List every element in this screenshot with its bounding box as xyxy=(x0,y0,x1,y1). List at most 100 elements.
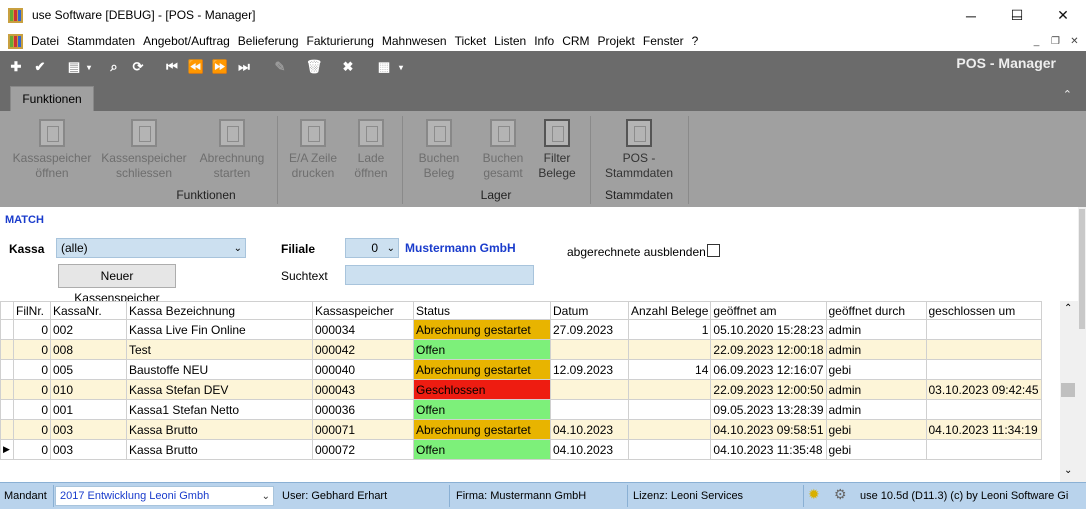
menu-item-belieferung[interactable]: Belieferung xyxy=(234,31,303,51)
menu-item-ticket[interactable]: Ticket xyxy=(451,31,491,51)
kassenspeicher-schliessen-button[interactable]: Kassenspeicher schliessen xyxy=(100,113,188,189)
ea-zeile-drucken-button[interactable]: E/A Zeile drucken xyxy=(282,113,344,189)
column-header[interactable]: Anzahl Belege xyxy=(627,301,712,320)
cell-belege[interactable]: 14 xyxy=(627,359,712,380)
cell-durch[interactable]: gebi xyxy=(825,419,927,440)
cell-bez[interactable]: Test xyxy=(126,339,313,360)
cell-status[interactable]: Abrechnung gestartet xyxy=(413,359,551,380)
mdi-close-icon[interactable]: ✕ xyxy=(1066,33,1083,49)
print-icon[interactable]: ▤ xyxy=(64,57,84,77)
previous-record-icon[interactable]: ⏪ xyxy=(186,57,206,77)
kassaspeicher-oeffnen-button[interactable]: Kassaspeicher öffnen xyxy=(10,113,94,189)
cell-datum[interactable] xyxy=(550,339,629,360)
cell-status[interactable]: Abrechnung gestartet xyxy=(413,419,551,440)
panel-scroll-thumb[interactable] xyxy=(1079,209,1085,329)
cell-geschlossen[interactable] xyxy=(925,399,1042,420)
cell-datum[interactable] xyxy=(550,379,629,400)
cell-speicher[interactable]: 000043 xyxy=(312,379,414,400)
cell-datum[interactable]: 04.10.2023 xyxy=(550,439,629,460)
column-header[interactable]: Status xyxy=(413,301,551,320)
menu-item-datei[interactable]: Datei xyxy=(27,31,63,51)
connection-icon[interactable]: ⚙ xyxy=(834,486,847,503)
scroll-down-icon[interactable]: ⌄ xyxy=(1064,465,1072,476)
cell-status[interactable]: Abrechnung gestartet xyxy=(413,319,551,340)
first-record-icon[interactable]: ⏮ xyxy=(162,57,182,77)
abrechnung-starten-button[interactable]: Abrechnung starten xyxy=(194,113,270,189)
mdi-minimize-icon[interactable]: _ xyxy=(1028,33,1045,49)
cell-kassanr[interactable]: 002 xyxy=(50,319,127,340)
collapse-ribbon-icon[interactable]: ⌃ xyxy=(1063,88,1072,101)
refresh-icon[interactable]: ⟳ xyxy=(128,57,148,77)
menu-item-angebot-auftrag[interactable]: Angebot/Auftrag xyxy=(139,31,234,51)
close-button[interactable]: ✕ xyxy=(1040,0,1086,31)
app-menu-icon[interactable] xyxy=(8,34,23,49)
menu-item-info[interactable]: Info xyxy=(530,31,558,51)
buchen-gesamt-button[interactable]: Buchen gesamt xyxy=(476,113,530,189)
neuer-kassenspeicher-button[interactable]: Neuer Kassenspeicher xyxy=(58,264,176,305)
cell-speicher[interactable]: 000036 xyxy=(312,399,414,420)
table-row[interactable]: 0 001 Kassa1 Stefan Netto 000036 Offen 09.05.… xyxy=(0,399,1042,420)
cell-belege[interactable] xyxy=(627,419,712,440)
cell-status[interactable]: Offen xyxy=(413,399,551,420)
cell-kassanr[interactable]: 001 xyxy=(50,399,127,420)
check-icon[interactable]: ✔ xyxy=(30,57,50,77)
cell-belege[interactable] xyxy=(627,439,712,460)
cell-geschlossen[interactable]: 03.10.2023 09:42:45 xyxy=(925,379,1042,400)
cell-geoeffnet_am[interactable]: 05.10.2020 15:28:23 xyxy=(710,319,827,340)
cell-bez[interactable]: Baustoffe NEU xyxy=(126,359,313,380)
cell-geoeffnet_am[interactable]: 04.10.2023 09:58:51 xyxy=(710,419,827,440)
cell-datum[interactable]: 04.10.2023 xyxy=(550,419,629,440)
row-indicator[interactable] xyxy=(0,359,14,380)
cell-geschlossen[interactable]: 04.10.2023 11:34:19 xyxy=(925,419,1042,440)
grid-view-icon[interactable]: ▦ xyxy=(374,57,394,77)
minimize-button[interactable]: ─ xyxy=(948,0,994,31)
cell-status[interactable]: Geschlossen xyxy=(413,379,551,400)
menu-item-mahnwesen[interactable]: Mahnwesen xyxy=(378,31,451,51)
cell-geoeffnet_am[interactable]: 22.09.2023 12:00:18 xyxy=(710,339,827,360)
cell-datum[interactable] xyxy=(550,399,629,420)
table-row[interactable]: 0 003 Kassa Brutto 000071 Abrechnung gestart… xyxy=(0,419,1042,440)
last-record-icon[interactable]: ⏭ xyxy=(234,57,254,77)
cell-durch[interactable]: admin xyxy=(825,319,927,340)
cell-status[interactable]: Offen xyxy=(413,339,551,360)
cell-bez[interactable]: Kassa Stefan DEV xyxy=(126,379,313,400)
cell-durch[interactable]: admin xyxy=(825,379,927,400)
cell-durch[interactable]: admin xyxy=(825,399,927,420)
column-header[interactable]: KassaNr. xyxy=(50,301,127,320)
cell-belege[interactable] xyxy=(627,379,712,400)
suchtext-input[interactable] xyxy=(345,265,534,285)
menu-item-help[interactable]: ? xyxy=(688,31,703,51)
cell-bez[interactable]: Kassa1 Stefan Netto xyxy=(126,399,313,420)
menu-item-projekt[interactable]: Projekt xyxy=(594,31,639,51)
row-indicator[interactable] xyxy=(0,399,14,420)
cell-geschlossen[interactable] xyxy=(925,339,1042,360)
cell-geoeffnet_am[interactable]: 04.10.2023 11:35:48 xyxy=(710,439,827,460)
next-record-icon[interactable]: ⏩ xyxy=(210,57,230,77)
row-indicator[interactable] xyxy=(0,319,14,340)
cell-geoeffnet_am[interactable]: 22.09.2023 12:00:50 xyxy=(710,379,827,400)
column-header[interactable]: FilNr. xyxy=(13,301,51,320)
abgerechnete-ausblenden-checkbox[interactable] xyxy=(707,244,720,257)
menu-item-crm[interactable]: CRM xyxy=(558,31,593,51)
delete-icon[interactable]: 🗑 xyxy=(304,57,324,77)
mandant-select[interactable]: 2017 Entwicklung Leoni Gmbh ⌄ xyxy=(55,486,274,506)
column-header[interactable]: geöffnet am xyxy=(710,301,827,320)
grid-vertical-scrollbar[interactable]: ⌃ ⌄ xyxy=(1060,301,1078,482)
search-icon[interactable]: ⌕ xyxy=(104,57,124,77)
cell-geoeffnet_am[interactable]: 06.09.2023 12:16:07 xyxy=(710,359,827,380)
column-header[interactable]: Kassa Bezeichnung xyxy=(126,301,313,320)
cell-kassanr[interactable]: 003 xyxy=(50,439,127,460)
cell-speicher[interactable]: 000042 xyxy=(312,339,414,360)
cell-geoeffnet_am[interactable]: 09.05.2023 13:28:39 xyxy=(710,399,827,420)
scroll-thumb[interactable] xyxy=(1061,383,1075,397)
cell-durch[interactable]: gebi xyxy=(825,439,927,460)
lade-oeffnen-button[interactable]: Lade öffnen xyxy=(346,113,396,189)
filiale-select[interactable]: 0 ⌄ xyxy=(345,238,399,258)
cell-belege[interactable] xyxy=(627,399,712,420)
cell-filnr[interactable]: 0 xyxy=(13,339,51,360)
panel-scrollbar[interactable] xyxy=(1078,207,1086,482)
mdi-restore-icon[interactable]: ❐ xyxy=(1047,33,1064,49)
menu-item-stammdaten[interactable]: Stammdaten xyxy=(63,31,139,51)
cell-durch[interactable]: gebi xyxy=(825,359,927,380)
scroll-up-icon[interactable]: ⌃ xyxy=(1064,303,1072,314)
